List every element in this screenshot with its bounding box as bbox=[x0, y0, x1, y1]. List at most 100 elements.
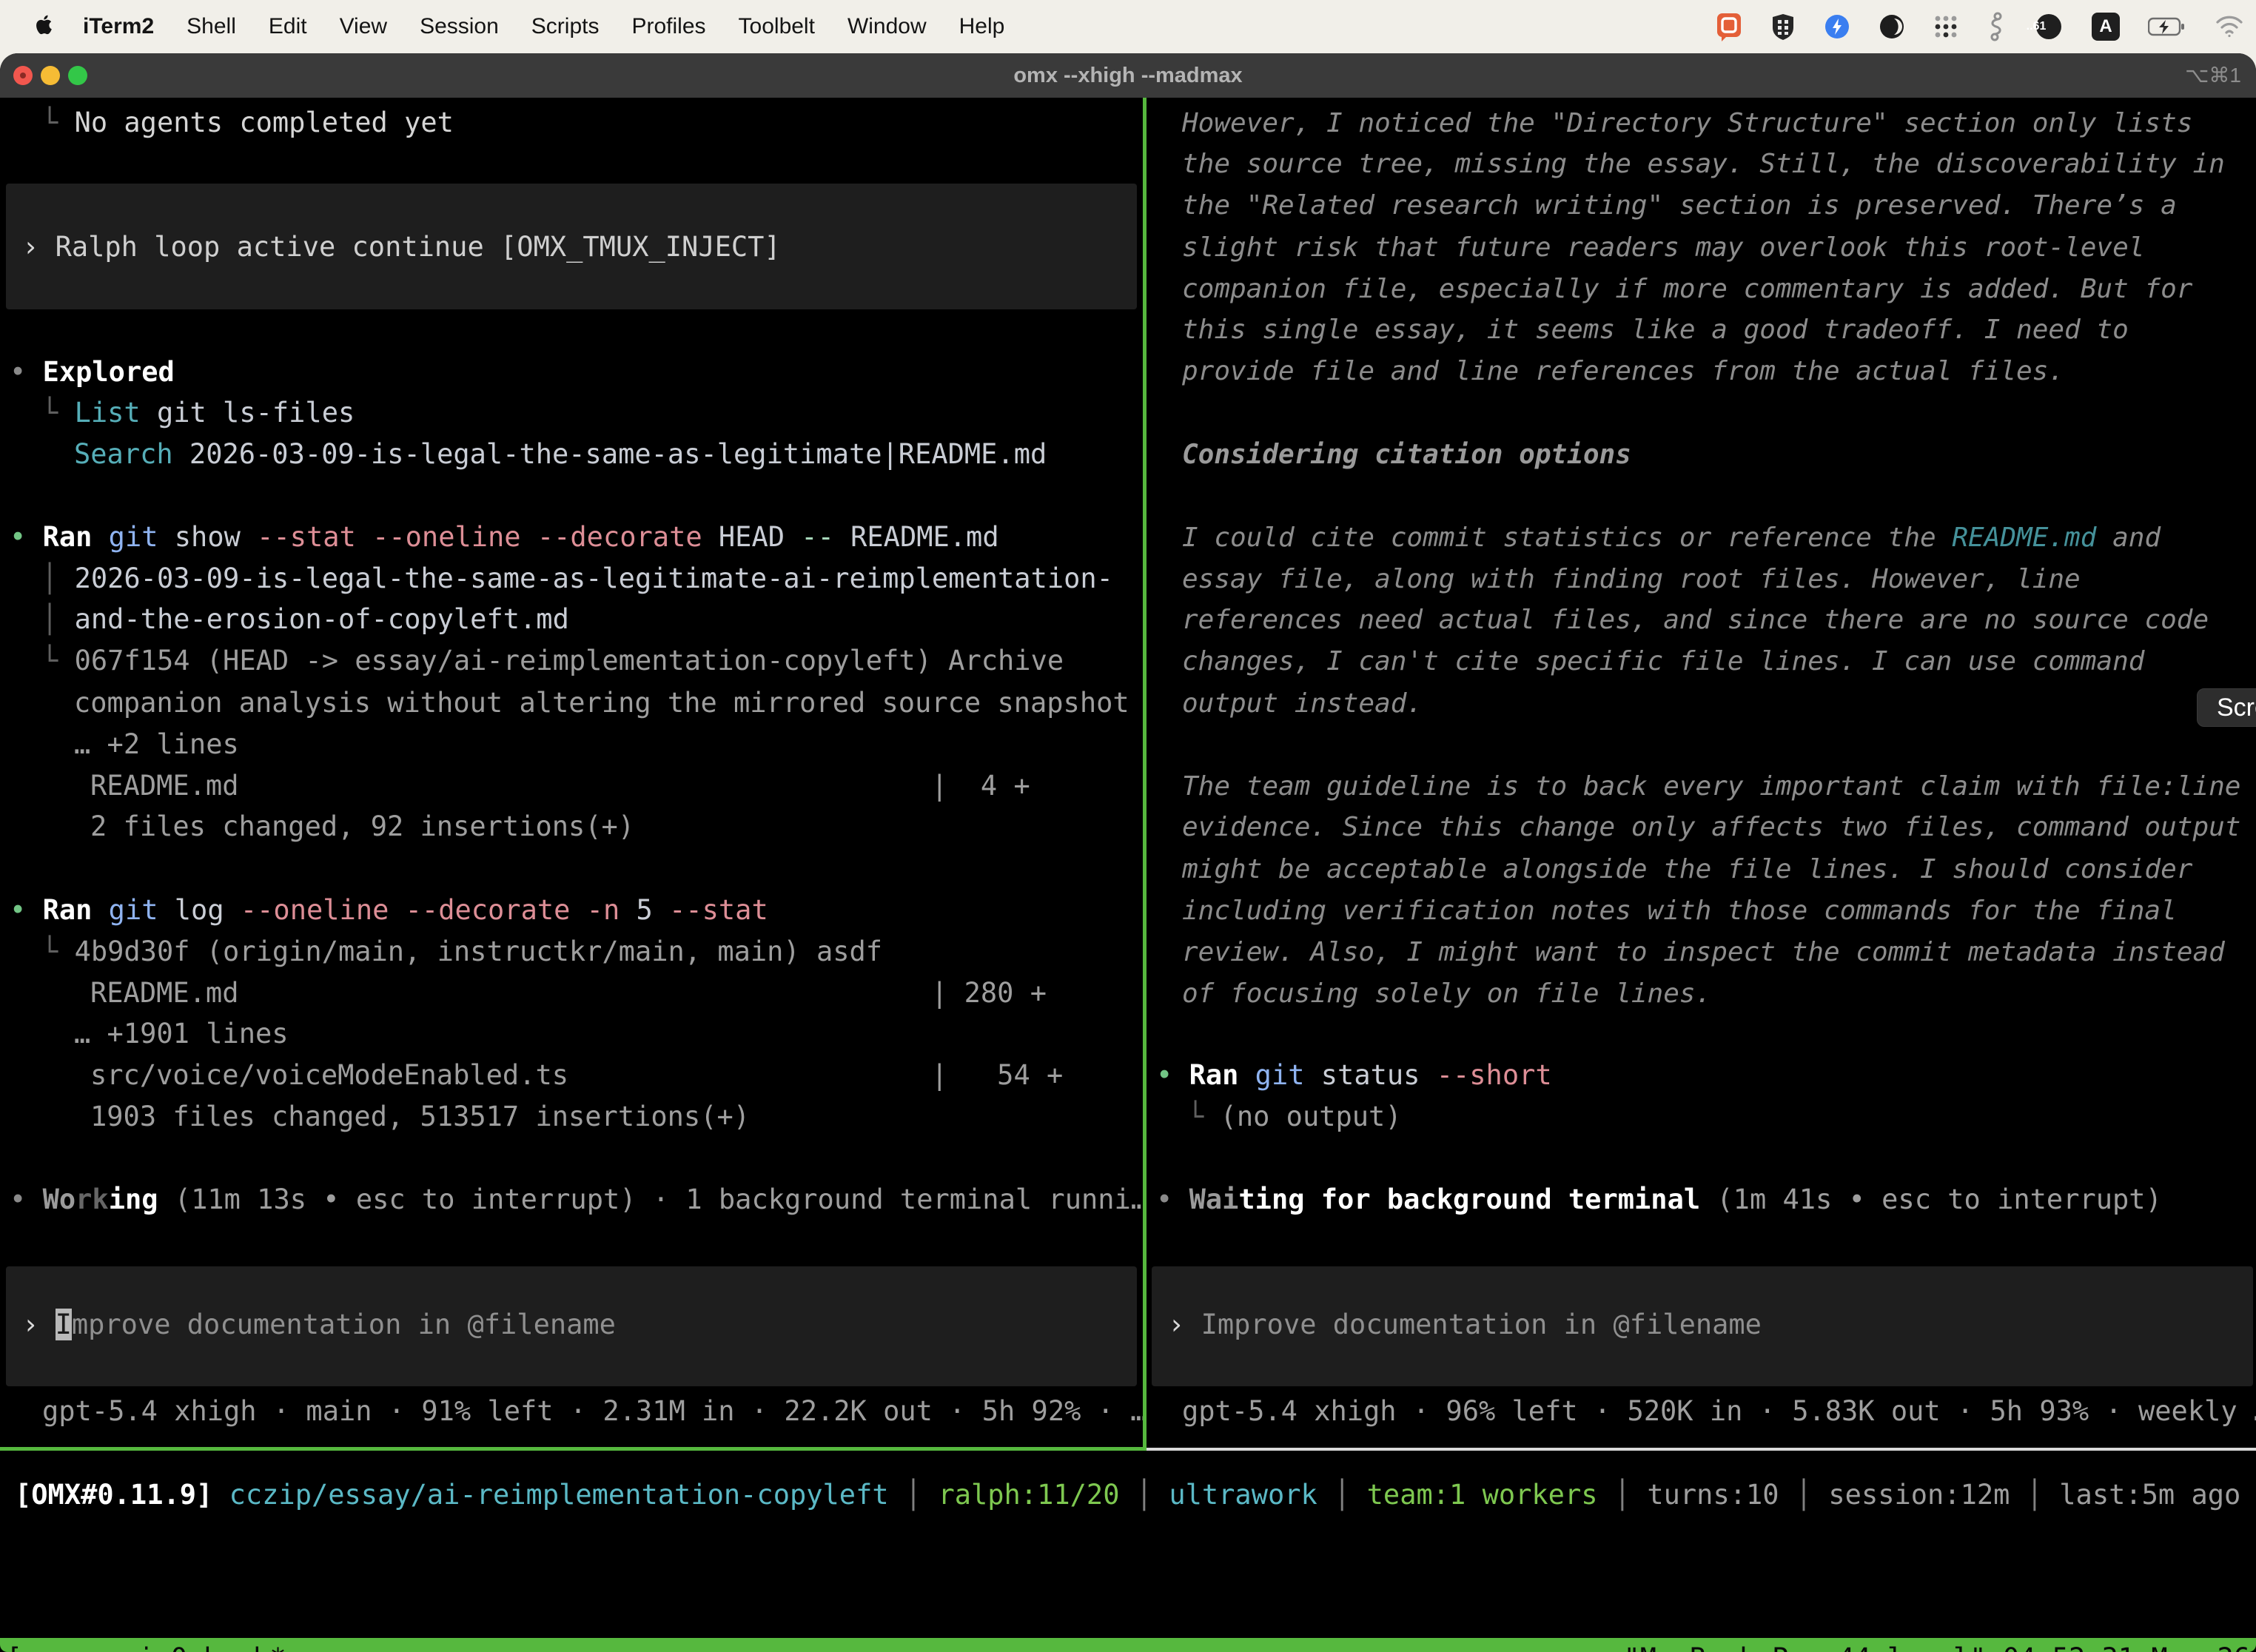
text-segment: └ bbox=[41, 397, 75, 429]
menu-item-iterm2[interactable]: iTerm2 bbox=[83, 14, 154, 39]
terminal-line: including verification notes with those … bbox=[1182, 889, 2177, 931]
apple-menu-icon[interactable] bbox=[33, 14, 55, 39]
text-segment: team:1 workers bbox=[1367, 1479, 1598, 1511]
tmux-status-bar: [omx-cczip0:bash* "MacBook-Pro-44.local"… bbox=[0, 1638, 2256, 1652]
terminal-line: › Improve documentation in @filename bbox=[22, 1303, 616, 1346]
text-segment: the "Related research writing" section i… bbox=[1182, 190, 2177, 221]
menu-item-window[interactable]: Window bbox=[847, 14, 927, 39]
terminal-line: README.md | 4 + bbox=[90, 765, 1030, 807]
terminal-line: › Improve documentation in @filename bbox=[1168, 1303, 1762, 1346]
moon-circle-icon[interactable] bbox=[1879, 13, 1905, 40]
terminal-line: might be acceptable alongside the file l… bbox=[1182, 847, 2192, 890]
text-segment: this single essay, it seems like a good … bbox=[1182, 315, 2129, 345]
text-segment: 2026-03-09-is-legal-the-same-as-legitima… bbox=[173, 438, 1047, 470]
text-segment: show bbox=[158, 521, 241, 553]
text-segment: log bbox=[158, 894, 224, 926]
text-segment: README.md bbox=[834, 521, 999, 553]
terminal-line: gpt-5.4 xhigh · 96% left · 520K in · 5.8… bbox=[1182, 1390, 2256, 1432]
text-segment: Wo bbox=[43, 1183, 76, 1215]
text-segment: ing bbox=[109, 1183, 158, 1215]
terminal-line: references need actual files, and since … bbox=[1182, 598, 2209, 640]
text-segment: › bbox=[1168, 1309, 1201, 1340]
text-segment: companion file, especially if more comme… bbox=[1182, 274, 2192, 304]
text-segment: │ bbox=[41, 603, 75, 635]
menu-item-help[interactable]: Help bbox=[959, 14, 1005, 39]
text-segment: Ran bbox=[43, 521, 93, 553]
text-segment: gpt-5.4 xhigh · main · 91% left · 2.31M … bbox=[42, 1395, 1143, 1427]
text-segment: 4b9d30f (origin/main, instructkr/main, m… bbox=[75, 936, 883, 967]
terminal-line: └ 067f154 (HEAD -> essay/ai-reimplementa… bbox=[41, 639, 1064, 682]
text-segment: Search bbox=[74, 438, 173, 470]
terminal-line: │ 2026-03-09-is-legal-the-same-as-legiti… bbox=[41, 557, 1113, 600]
terminal-line: • Ran git status --short bbox=[1156, 1054, 1552, 1096]
text-segment: status bbox=[1305, 1059, 1420, 1091]
text-segment: … +2 lines bbox=[74, 728, 239, 760]
battery-icon[interactable] bbox=[2148, 16, 2186, 37]
text-segment: git bbox=[92, 521, 158, 553]
text-segment: rk bbox=[75, 1183, 109, 1215]
menu-item-session[interactable]: Session bbox=[420, 14, 499, 39]
text-segment: Considering citation options bbox=[1182, 440, 1631, 470]
lightning-circle-icon[interactable] bbox=[1824, 13, 1850, 40]
terminal-line: └ 4b9d30f (origin/main, instructkr/main,… bbox=[41, 930, 882, 973]
text-segment: └ bbox=[41, 936, 75, 967]
menu-item-scripts[interactable]: Scripts bbox=[531, 14, 600, 39]
terminal-line: • Ran git log --oneline --decorate -n 5 … bbox=[10, 889, 768, 931]
tmux-pane-left[interactable]: └ No agents completed yet› Ralph loop ac… bbox=[0, 98, 1143, 1447]
input-source-icon[interactable]: A bbox=[2092, 13, 2120, 41]
text-segment: essay file, along with finding root file… bbox=[1182, 564, 2081, 594]
text-segment: Ran bbox=[43, 894, 93, 926]
menu-item-profiles[interactable]: Profiles bbox=[631, 14, 705, 39]
text-segment: List bbox=[75, 397, 141, 429]
text-segment: HEAD bbox=[702, 521, 785, 553]
window-shortcut-badge: ⌥⌘1 bbox=[2185, 53, 2241, 98]
text-segment: the source tree, missing the essay. Stil… bbox=[1182, 149, 2225, 179]
text-segment: [OMX#0.11.9] bbox=[15, 1479, 212, 1511]
text-segment: └ bbox=[1187, 1101, 1221, 1132]
text-segment: 2026-03-09-is-legal-the-same-as-legitima… bbox=[75, 563, 1113, 594]
terminal-line: changes, I can't cite specific file line… bbox=[1182, 639, 2144, 682]
text-segment: │ bbox=[1317, 1479, 1367, 1511]
menu-item-view[interactable]: View bbox=[340, 14, 387, 39]
shield-grid-icon[interactable] bbox=[1770, 13, 1796, 41]
text-segment: turns:10 bbox=[1647, 1479, 1779, 1511]
tmux-host-clock: "MacBook-Pro-44.local" 04:52 31-Mar-26 bbox=[1624, 1638, 2250, 1652]
text-segment: └ bbox=[41, 645, 75, 676]
text-segment: No agents completed yet bbox=[75, 107, 454, 138]
terminal-line: the source tree, missing the essay. Stil… bbox=[1182, 142, 2225, 184]
screen-indicator-pill[interactable]: Scre bbox=[2197, 688, 2256, 727]
text-segment: I bbox=[56, 1309, 72, 1340]
menu-item-edit[interactable]: Edit bbox=[269, 14, 307, 39]
terminal-line: • Explored bbox=[10, 351, 175, 393]
text-segment: including verification notes with those … bbox=[1182, 896, 2177, 926]
tmux-pane-right[interactable]: However, I noticed the "Directory Struct… bbox=[1147, 98, 2256, 1447]
text-segment: slight risk that future readers may over… bbox=[1182, 232, 2144, 263]
tmux-session-label: [omx-cczip0:bash* bbox=[6, 1638, 286, 1652]
text-segment: 067f154 (HEAD -> essay/ai-reimplementati… bbox=[75, 645, 1064, 676]
text-segment: git bbox=[92, 894, 158, 926]
text-segment: │ bbox=[2010, 1479, 2059, 1511]
squiggle-icon[interactable] bbox=[1987, 12, 2006, 41]
text-segment: gpt-5.4 xhigh · 96% left · 520K in · 5.8… bbox=[1182, 1395, 2256, 1427]
text-segment: might be acceptable alongside the file l… bbox=[1182, 854, 2192, 884]
badge-label: ..61 bbox=[2027, 20, 2047, 33]
menu-item-shell[interactable]: Shell bbox=[187, 14, 236, 39]
text-segment: git bbox=[1238, 1059, 1304, 1091]
terminal-line: src/voice/voiceModeEnabled.ts | 54 + bbox=[90, 1054, 1063, 1096]
dots-grid-icon[interactable] bbox=[1933, 14, 1958, 39]
text-segment: │ bbox=[1120, 1479, 1169, 1511]
window-title-bar[interactable]: omx --xhigh --madmax ⌥⌘1 bbox=[0, 53, 2256, 98]
text-segment: and bbox=[2096, 523, 2161, 553]
chat-app-icon[interactable] bbox=[1716, 12, 1742, 41]
terminal-line: this single essay, it seems like a good … bbox=[1182, 308, 2129, 350]
terminal-line: gpt-5.4 xhigh · main · 91% left · 2.31M … bbox=[42, 1390, 1143, 1432]
text-segment: ting for background terminal bbox=[1238, 1183, 1700, 1215]
wifi-icon[interactable] bbox=[2215, 15, 2244, 38]
text-segment: Ran bbox=[1189, 1059, 1239, 1091]
pane-divider-vertical[interactable] bbox=[1143, 98, 1147, 1447]
terminal-line: output instead. bbox=[1182, 682, 1423, 724]
menu-item-toolbelt[interactable]: Toolbelt bbox=[739, 14, 815, 39]
percent-badge-icon[interactable]: ..61 bbox=[2034, 12, 2064, 41]
text-segment: cczip/essay/ai-reimplementation-copyleft bbox=[212, 1479, 888, 1511]
text-segment: • bbox=[1156, 1183, 1189, 1215]
